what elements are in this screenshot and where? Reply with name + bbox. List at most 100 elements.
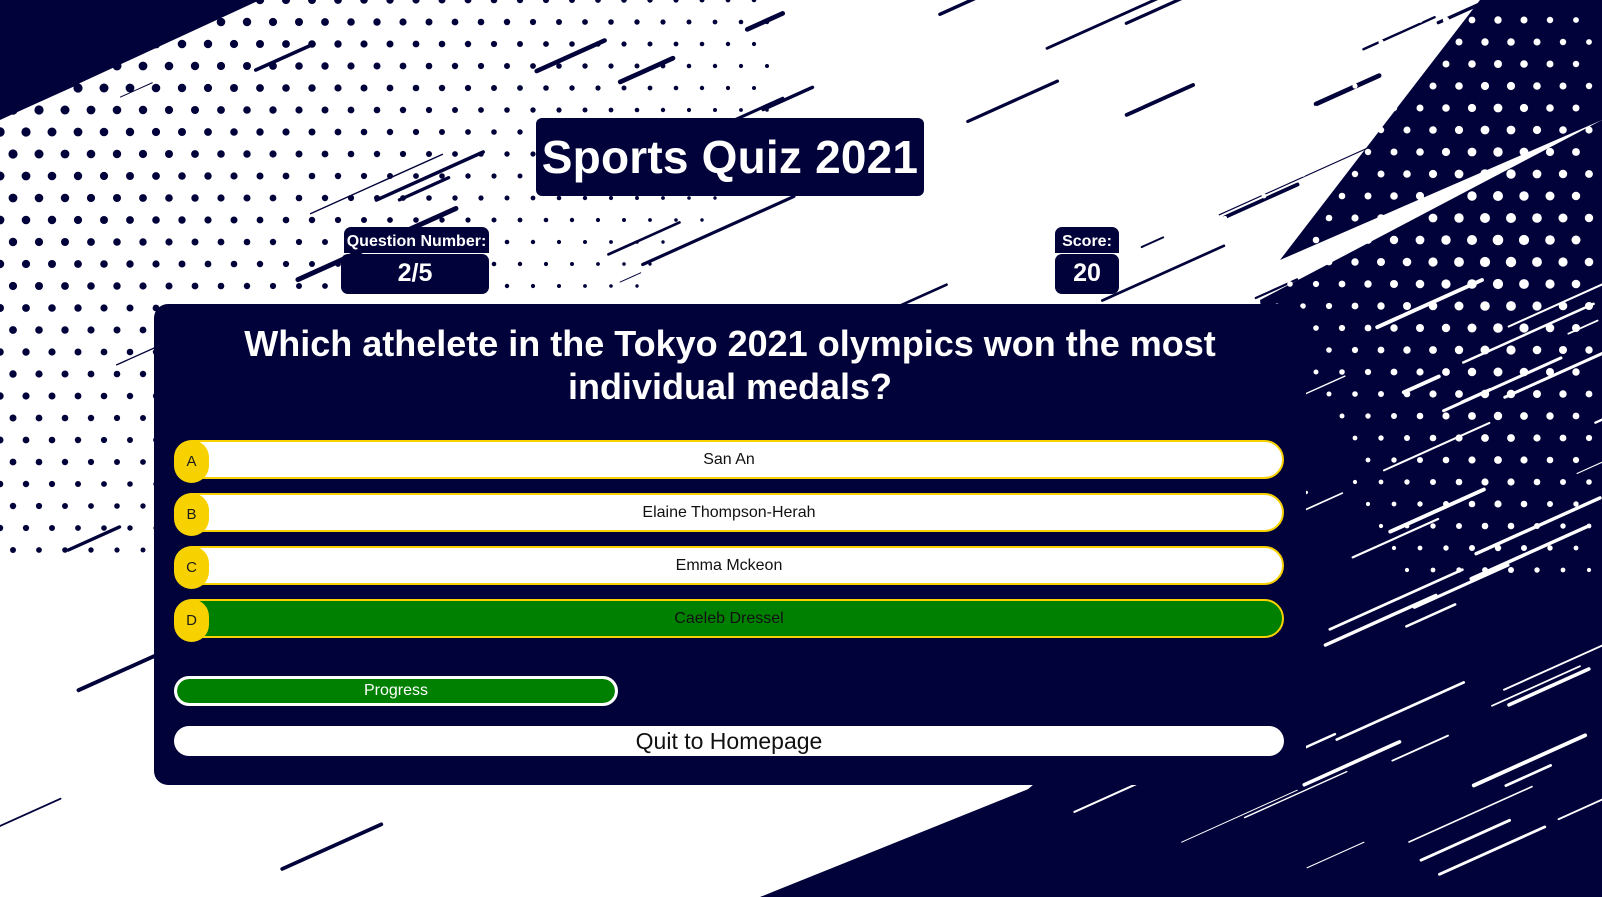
- halftone-dot: [1506, 125, 1516, 135]
- halftone-dot: [530, 195, 536, 201]
- halftone-dot: [635, 240, 639, 244]
- halftone-dot: [1480, 125, 1490, 135]
- halftone-dot: [1547, 545, 1553, 551]
- halftone-dot: [1520, 412, 1528, 420]
- halftone-dot: [112, 61, 122, 71]
- halftone-dot: [569, 85, 575, 91]
- halftone-dot: [229, 39, 239, 49]
- halftone-dot: [1378, 479, 1384, 485]
- halftone-dot: [1441, 323, 1451, 333]
- halftone-dot: [0, 215, 5, 225]
- halftone-dot: [1184, 150, 1188, 154]
- halftone-dot: [517, 173, 523, 179]
- answer-option-a[interactable]: A San An: [174, 440, 1284, 483]
- halftone-dot: [75, 525, 81, 531]
- halftone-dot: [1261, 237, 1267, 243]
- halftone-dot: [621, 85, 627, 91]
- halftone-dot: [1364, 148, 1372, 156]
- answer-text: Caeleb Dressel: [674, 610, 784, 627]
- halftone-dot: [1429, 38, 1437, 46]
- halftone-dot: [1441, 279, 1451, 289]
- halftone-dot: [1300, 127, 1306, 133]
- halftone-dot: [191, 106, 199, 114]
- halftone-dot: [60, 193, 70, 203]
- answer-option-d[interactable]: D Caeleb Dressel: [174, 599, 1284, 642]
- halftone-dot: [530, 283, 536, 289]
- halftone-dot: [1275, 84, 1279, 88]
- halftone-dot: [1441, 147, 1451, 157]
- halftone-dot: [100, 260, 108, 268]
- halftone-dot: [439, 217, 445, 223]
- halftone-dot: [439, 173, 445, 179]
- halftone-dot: [686, 107, 692, 113]
- halftone-dot: [1442, 456, 1450, 464]
- halftone-dot: [1455, 434, 1463, 442]
- halftone-dot: [1287, 193, 1293, 199]
- halftone-dot: [87, 370, 95, 378]
- page-title: Sports Quiz 2021: [536, 118, 924, 196]
- brush-streak: [641, 194, 796, 267]
- halftone-dot: [1338, 192, 1346, 200]
- halftone-dot: [73, 171, 83, 181]
- halftone-dot: [47, 215, 57, 225]
- halftone-dot: [99, 39, 109, 49]
- halftone-dot: [334, 40, 342, 48]
- halftone-dot: [1364, 324, 1372, 332]
- halftone-dot: [191, 282, 199, 290]
- halftone-dot: [1494, 500, 1502, 508]
- halftone-dot: [73, 83, 83, 93]
- halftone-dot: [1545, 235, 1555, 245]
- halftone-dot: [61, 282, 69, 290]
- halftone-dot: [1573, 17, 1579, 23]
- brush-streak: [280, 822, 384, 871]
- halftone-dot: [1532, 169, 1542, 179]
- halftone-dot: [21, 171, 31, 181]
- halftone-dot: [86, 193, 96, 203]
- halftone-dot: [1455, 478, 1463, 486]
- halftone-dot: [1492, 278, 1504, 290]
- halftone-dot: [1545, 279, 1555, 289]
- halftone-dot: [164, 17, 174, 27]
- halftone-dot: [1429, 126, 1437, 134]
- halftone-dot: [256, 172, 264, 180]
- halftone-dot: [86, 105, 96, 115]
- halftone-dot: [126, 260, 134, 268]
- answer-option-b[interactable]: B Elaine Thompson-Herah: [174, 493, 1284, 536]
- halftone-dot: [1519, 323, 1529, 333]
- halftone-dot: [178, 128, 186, 136]
- halftone-dot: [400, 195, 406, 201]
- halftone-dot: [126, 392, 134, 400]
- halftone-dot: [1314, 62, 1318, 66]
- halftone-dot: [243, 150, 251, 158]
- halftone-dot: [1249, 40, 1253, 44]
- halftone-dot: [712, 63, 718, 69]
- halftone-dot: [699, 41, 705, 47]
- halftone-dot: [360, 172, 368, 180]
- halftone-dot: [8, 105, 18, 115]
- halftone-dot: [125, 83, 135, 93]
- halftone-dot: [438, 84, 446, 92]
- halftone-dot: [1301, 84, 1305, 88]
- halftone-dot: [60, 61, 70, 71]
- quit-to-homepage-button[interactable]: Quit to Homepage: [174, 726, 1284, 756]
- halftone-dot: [1467, 147, 1477, 157]
- halftone-dot: [203, 83, 213, 93]
- halftone-dot: [660, 107, 666, 113]
- halftone-dot: [165, 238, 173, 246]
- halftone-dot: [1352, 39, 1358, 45]
- halftone-dot: [0, 304, 4, 312]
- halftone-dot: [295, 238, 303, 246]
- halftone-dot: [1442, 16, 1450, 24]
- halftone-dot: [334, 216, 342, 224]
- halftone-dot: [308, 216, 316, 224]
- halftone-dot: [282, 172, 290, 180]
- halftone-dot: [1339, 149, 1345, 155]
- halftone-dot: [478, 107, 484, 113]
- halftone-dot: [583, 240, 587, 244]
- answer-option-c[interactable]: C Emma Mckeon: [174, 546, 1284, 589]
- halftone-dot: [1248, 259, 1254, 265]
- halftone-dot: [725, 85, 731, 91]
- halftone-dot: [321, 106, 329, 114]
- brush-streak: [115, 345, 159, 366]
- halftone-dot: [230, 84, 238, 92]
